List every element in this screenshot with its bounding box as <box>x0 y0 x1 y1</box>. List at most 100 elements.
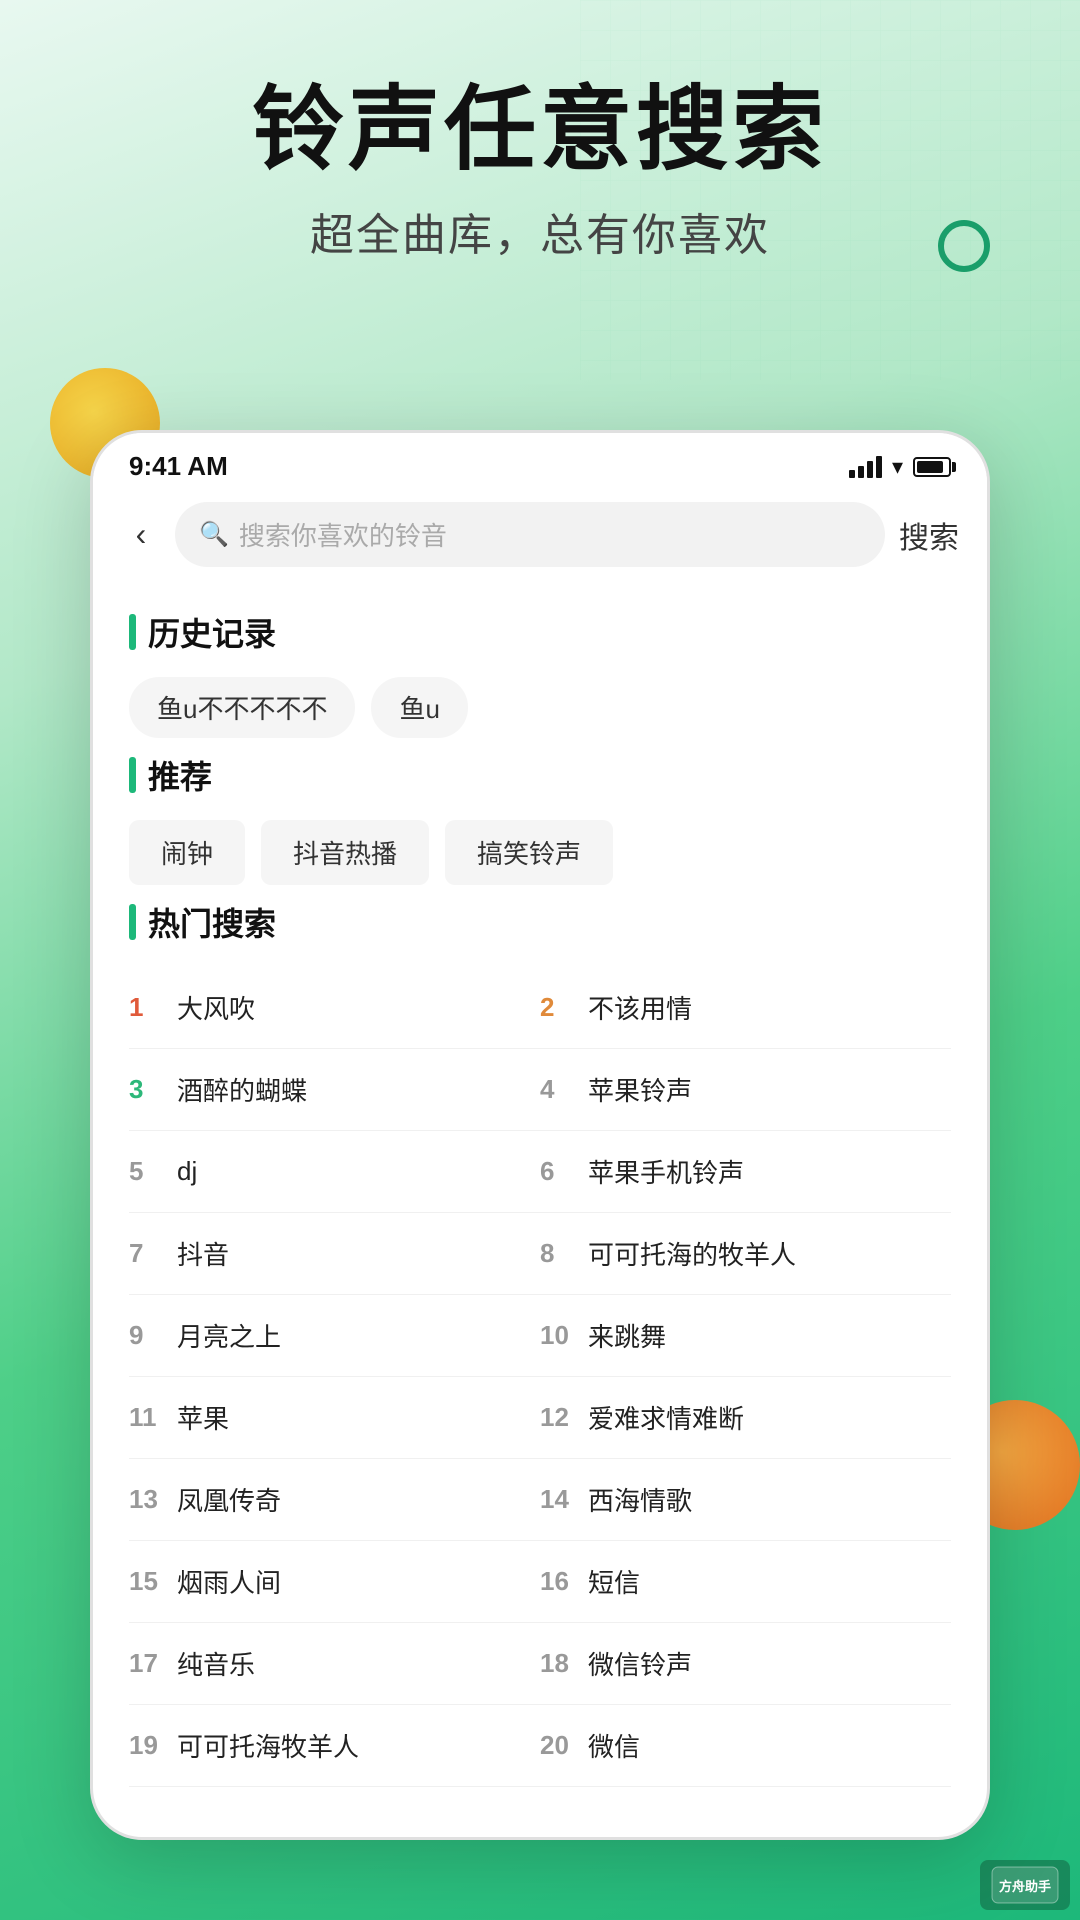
hot-text-20: 微信 <box>588 1727 640 1764</box>
content-area: 历史记录 鱼u不不不不不 鱼u 推荐 闹钟 抖音热播 搞笑铃声 热门搜索 1 大… <box>93 585 987 1797</box>
hot-item-6[interactable]: 6 苹果手机铃声 <box>540 1131 951 1213</box>
hot-item-3[interactable]: 3 酒醉的蝴蝶 <box>129 1049 540 1131</box>
rec-tag-1[interactable]: 抖音热播 <box>261 820 429 885</box>
hot-rank-5: 5 <box>129 1156 159 1187</box>
hot-rank-9: 9 <box>129 1320 159 1351</box>
hero-section: 铃声任意搜索 超全曲库，总有你喜欢 <box>0 80 1080 263</box>
hot-text-10: 来跳舞 <box>588 1317 666 1354</box>
search-box[interactable]: 🔍 搜索你喜欢的铃音 <box>175 502 885 567</box>
recommend-section-bar <box>129 757 136 793</box>
hot-rank-13: 13 <box>129 1484 159 1515</box>
back-button[interactable]: ‹ <box>121 516 161 553</box>
hot-rank-4: 4 <box>540 1074 570 1105</box>
hot-item-5[interactable]: 5 dj <box>129 1131 540 1213</box>
hot-rank-2: 2 <box>540 992 570 1023</box>
hot-text-1: 大风吹 <box>177 989 255 1026</box>
recommend-section-header: 推荐 <box>129 752 951 798</box>
hot-item-12[interactable]: 12 爱难求情难断 <box>540 1377 951 1459</box>
search-icon: 🔍 <box>199 520 229 549</box>
hot-rank-18: 18 <box>540 1648 570 1679</box>
hero-subtitle: 超全曲库，总有你喜欢 <box>0 199 1080 263</box>
status-icons: ▾ <box>849 454 951 480</box>
signal-bar-4 <box>876 456 882 478</box>
hot-rank-19: 19 <box>129 1730 159 1761</box>
battery-fill <box>917 461 943 473</box>
hot-item-2[interactable]: 2 不该用情 <box>540 967 951 1049</box>
history-tag-0[interactable]: 鱼u不不不不不 <box>129 677 355 738</box>
search-button[interactable]: 搜索 <box>899 513 959 557</box>
hot-item-8[interactable]: 8 可可托海的牧羊人 <box>540 1213 951 1295</box>
hot-text-11: 苹果 <box>177 1399 229 1436</box>
wifi-icon: ▾ <box>892 454 903 480</box>
hot-rank-1: 1 <box>129 992 159 1023</box>
recommend-title: 推荐 <box>148 752 212 798</box>
hot-item-10[interactable]: 10 来跳舞 <box>540 1295 951 1377</box>
hot-item-15[interactable]: 15 烟雨人间 <box>129 1541 540 1623</box>
hot-rank-14: 14 <box>540 1484 570 1515</box>
hot-text-6: 苹果手机铃声 <box>588 1153 744 1190</box>
hot-rank-20: 20 <box>540 1730 570 1761</box>
hot-text-2: 不该用情 <box>588 989 692 1026</box>
rec-tag-2[interactable]: 搞笑铃声 <box>445 820 613 885</box>
rec-tag-0[interactable]: 闹钟 <box>129 820 245 885</box>
hot-text-13: 凤凰传奇 <box>177 1481 281 1518</box>
history-section-header: 历史记录 <box>129 609 951 655</box>
hot-item-17[interactable]: 17 纯音乐 <box>129 1623 540 1705</box>
hot-item-16[interactable]: 16 短信 <box>540 1541 951 1623</box>
hot-text-3: 酒醉的蝴蝶 <box>177 1071 307 1108</box>
hot-rank-8: 8 <box>540 1238 570 1269</box>
hot-item-19[interactable]: 19 可可托海牧羊人 <box>129 1705 540 1787</box>
history-section-bar <box>129 614 136 650</box>
recommend-tags: 闹钟 抖音热播 搞笑铃声 <box>129 820 951 885</box>
hot-item-4[interactable]: 4 苹果铃声 <box>540 1049 951 1131</box>
history-title: 历史记录 <box>148 609 276 655</box>
search-placeholder: 搜索你喜欢的铃音 <box>239 516 447 553</box>
battery-icon <box>913 457 951 477</box>
hot-item-14[interactable]: 14 西海情歌 <box>540 1459 951 1541</box>
hot-rank-7: 7 <box>129 1238 159 1269</box>
hot-rank-12: 12 <box>540 1402 570 1433</box>
hot-rank-10: 10 <box>540 1320 570 1351</box>
hot-item-9[interactable]: 9 月亮之上 <box>129 1295 540 1377</box>
hot-rank-17: 17 <box>129 1648 159 1679</box>
hot-item-20[interactable]: 20 微信 <box>540 1705 951 1787</box>
hot-item-11[interactable]: 11 苹果 <box>129 1377 540 1459</box>
hot-search-grid: 1 大风吹 2 不该用情 3 酒醉的蝴蝶 4 苹果铃声 5 dj 6 苹果手机铃… <box>129 967 951 1787</box>
history-tags: 鱼u不不不不不 鱼u <box>129 677 951 738</box>
hot-item-13[interactable]: 13 凤凰传奇 <box>129 1459 540 1541</box>
hot-text-4: 苹果铃声 <box>588 1071 692 1108</box>
signal-bar-1 <box>849 470 855 478</box>
watermark: 方舟助手 <box>980 1860 1070 1910</box>
hot-search-section-header: 热门搜索 <box>129 899 951 945</box>
hot-text-7: 抖音 <box>177 1235 229 1272</box>
hot-text-17: 纯音乐 <box>177 1645 255 1682</box>
history-tag-1[interactable]: 鱼u <box>371 677 467 738</box>
hot-item-1[interactable]: 1 大风吹 <box>129 967 540 1049</box>
hot-text-5: dj <box>177 1156 197 1187</box>
hot-text-16: 短信 <box>588 1563 640 1600</box>
hot-item-18[interactable]: 18 微信铃声 <box>540 1623 951 1705</box>
svg-text:方舟助手: 方舟助手 <box>999 1879 1051 1894</box>
status-time: 9:41 AM <box>129 451 228 482</box>
hot-text-19: 可可托海牧羊人 <box>177 1727 359 1764</box>
hot-rank-6: 6 <box>540 1156 570 1187</box>
hot-text-12: 爱难求情难断 <box>588 1399 744 1436</box>
status-bar: 9:41 AM ▾ <box>93 433 987 492</box>
hero-title: 铃声任意搜索 <box>0 80 1080 181</box>
hot-rank-3: 3 <box>129 1074 159 1105</box>
hot-text-9: 月亮之上 <box>177 1317 281 1354</box>
hot-rank-15: 15 <box>129 1566 159 1597</box>
signal-bar-2 <box>858 466 864 478</box>
hot-rank-11: 11 <box>129 1402 159 1433</box>
search-area: ‹ 🔍 搜索你喜欢的铃音 搜索 <box>93 492 987 585</box>
hot-rank-16: 16 <box>540 1566 570 1597</box>
watermark-icon: 方舟助手 <box>990 1865 1060 1905</box>
hot-text-8: 可可托海的牧羊人 <box>588 1235 796 1272</box>
hot-text-14: 西海情歌 <box>588 1481 692 1518</box>
hot-search-title: 热门搜索 <box>148 899 276 945</box>
hot-text-18: 微信铃声 <box>588 1645 692 1682</box>
hot-text-15: 烟雨人间 <box>177 1563 281 1600</box>
signal-bar-3 <box>867 461 873 478</box>
hot-search-section-bar <box>129 904 136 940</box>
hot-item-7[interactable]: 7 抖音 <box>129 1213 540 1295</box>
